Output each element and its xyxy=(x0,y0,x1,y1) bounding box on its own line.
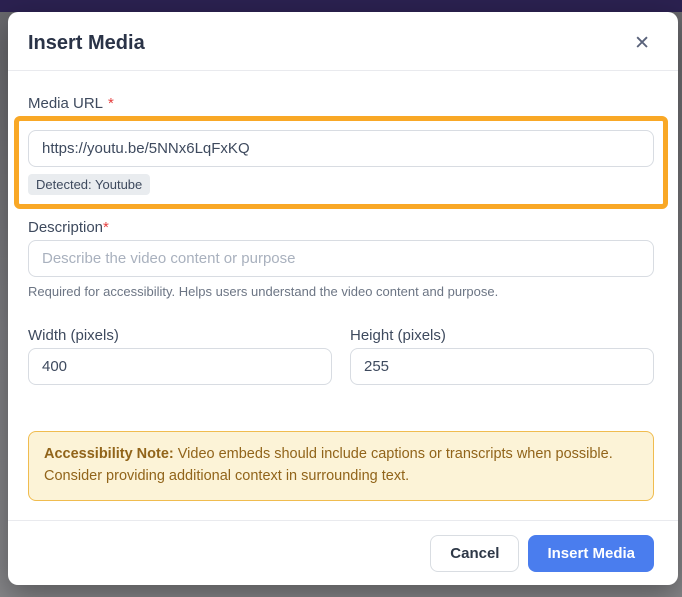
dialog-footer: Cancel Insert Media xyxy=(8,520,678,585)
media-url-field: Media URL * Detected: Youtube xyxy=(28,95,654,209)
media-url-input[interactable] xyxy=(28,130,654,167)
width-input[interactable] xyxy=(28,348,332,385)
insert-media-dialog: Insert Media ✕ Media URL * Detected: Yout… xyxy=(8,12,678,585)
description-input[interactable] xyxy=(28,240,654,277)
accessibility-note: Accessibility Note:Video embeds should i… xyxy=(28,431,654,501)
description-label: Description* xyxy=(28,219,654,236)
height-label: Height (pixels) xyxy=(350,327,654,344)
dimensions-row: Width (pixels) Height (pixels) xyxy=(28,327,654,385)
media-url-label-text: Media URL xyxy=(28,95,103,112)
description-helper-text: Required for accessibility. Helps users … xyxy=(28,284,654,299)
description-label-text: Description xyxy=(28,219,103,236)
dialog-body: Media URL * Detected: Youtube Description… xyxy=(8,71,678,520)
description-field: Description* Required for accessibility.… xyxy=(28,219,654,299)
media-url-highlight-box: Detected: Youtube xyxy=(14,116,668,209)
width-label: Width (pixels) xyxy=(28,327,332,344)
insert-media-button[interactable]: Insert Media xyxy=(528,535,654,572)
width-field: Width (pixels) xyxy=(28,327,332,385)
required-asterisk: * xyxy=(108,95,114,112)
dialog-header: Insert Media ✕ xyxy=(8,12,678,71)
detected-platform-badge: Detected: Youtube xyxy=(28,174,150,195)
cancel-button[interactable]: Cancel xyxy=(430,535,519,572)
close-icon[interactable]: ✕ xyxy=(632,34,652,53)
page-header-bar xyxy=(0,0,682,12)
height-input[interactable] xyxy=(350,348,654,385)
accessibility-note-title: Accessibility Note: xyxy=(44,446,174,462)
dialog-title: Insert Media xyxy=(28,32,145,55)
height-field: Height (pixels) xyxy=(350,327,654,385)
media-url-label: Media URL * xyxy=(28,95,654,112)
required-asterisk: * xyxy=(103,219,109,236)
